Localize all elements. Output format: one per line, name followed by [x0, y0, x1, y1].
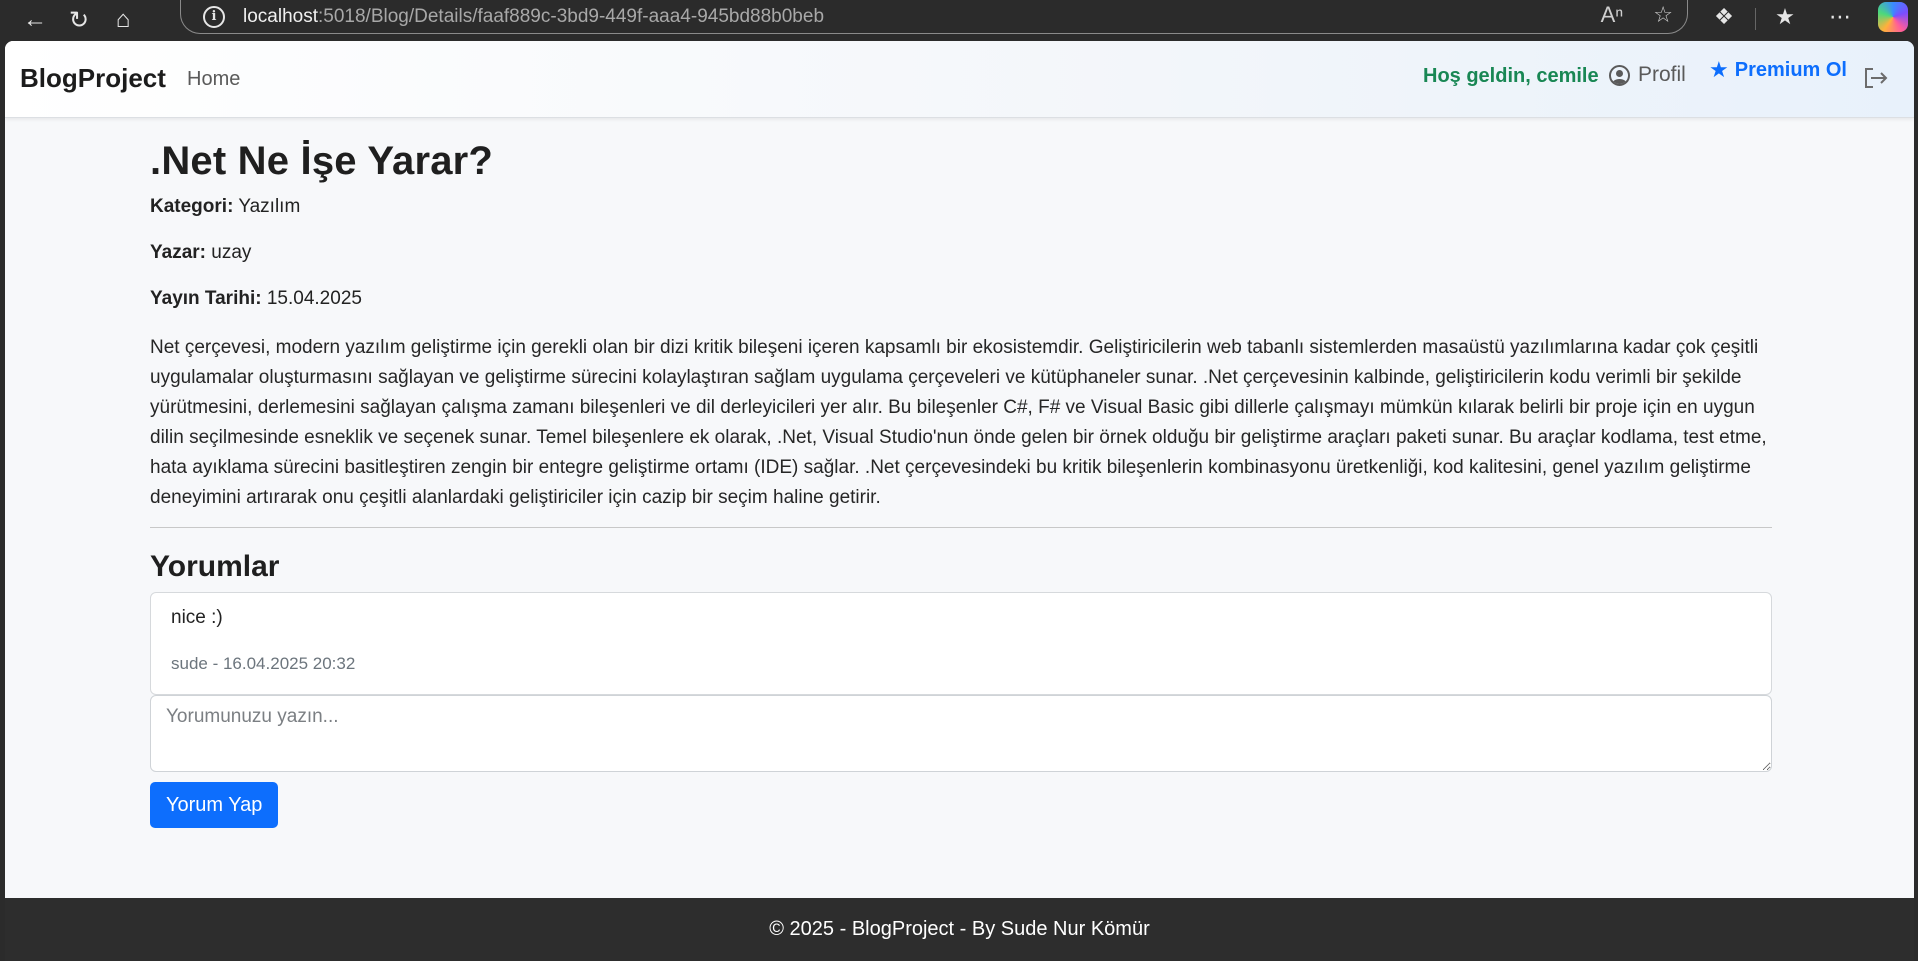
footer-text: © 2025 - BlogProject - By Sude Nur Kömür	[769, 918, 1150, 940]
back-icon[interactable]: ←	[13, 5, 57, 35]
site-footer: © 2025 - BlogProject - By Sude Nur Kömür	[5, 898, 1914, 961]
divider	[150, 527, 1772, 528]
post-date: Yayın Tarihi: 15.04.2025	[150, 288, 1772, 310]
extensions-icon[interactable]: ❖	[1706, 2, 1742, 32]
star-icon: ★	[1709, 57, 1729, 82]
profile-link[interactable]: Profil	[1609, 63, 1686, 87]
browser-toolbar: ← ↻ ⌂ i localhost:5018/Blog/Details/faaf…	[0, 0, 1918, 40]
post-author: Yazar: uzay	[150, 242, 1772, 264]
refresh-icon[interactable]: ↻	[57, 5, 101, 35]
url-text[interactable]: localhost:5018/Blog/Details/faaf889c-3bd…	[243, 6, 824, 28]
logout-icon[interactable]	[1863, 65, 1889, 96]
author-value: uzay	[211, 242, 252, 263]
user-circle-icon	[1609, 64, 1630, 86]
comment-input[interactable]	[150, 695, 1772, 772]
page-viewport: BlogProject Home Hoş geldin, cemile Prof…	[5, 41, 1914, 961]
comment-meta: sude - 16.04.2025 20:32	[171, 654, 356, 673]
more-icon[interactable]: ⋯	[1822, 2, 1858, 32]
comment-text: nice :)	[171, 607, 223, 628]
nav-home-link[interactable]: Home	[187, 68, 240, 91]
toolbar-divider	[1755, 8, 1756, 30]
category-value: Yazılım	[238, 196, 301, 217]
comments-heading: Yorumlar	[150, 550, 280, 583]
site-info-icon[interactable]: i	[203, 5, 225, 28]
site-navbar: BlogProject Home Hoş geldin, cemile Prof…	[5, 41, 1914, 118]
read-aloud-icon[interactable]: Aⁿ	[1601, 2, 1624, 28]
date-label: Yayın Tarihi:	[150, 288, 262, 309]
home-icon[interactable]: ⌂	[101, 5, 145, 35]
profile-label: Profil	[1638, 63, 1686, 86]
post-container: .Net Ne İşe Yarar? Kategori: Yazılım Yaz…	[150, 118, 1772, 828]
brand-logo[interactable]: BlogProject	[20, 63, 166, 94]
address-bar[interactable]: i localhost:5018/Blog/Details/faaf889c-3…	[180, 0, 1688, 34]
author-label: Yazar:	[150, 242, 206, 263]
comment-card: nice :) sude - 16.04.2025 20:32	[150, 592, 1772, 695]
welcome-text: Hoş geldin, cemile	[1423, 65, 1599, 87]
copilot-icon[interactable]	[1878, 2, 1908, 32]
post-category: Kategori: Yazılım	[150, 196, 1772, 218]
post-title: .Net Ne İşe Yarar?	[150, 139, 494, 183]
premium-link[interactable]: ★ Premium Ol	[1709, 57, 1847, 83]
post-body: Net çerçevesi, modern yazılım geliştirme…	[150, 337, 1767, 508]
category-label: Kategori:	[150, 196, 234, 217]
premium-label: Premium Ol	[1734, 58, 1847, 81]
favorites-icon[interactable]: ★	[1767, 2, 1803, 32]
favorite-star-icon[interactable]: ☆	[1653, 2, 1673, 28]
submit-comment-button[interactable]: Yorum Yap	[150, 782, 279, 828]
date-value: 15.04.2025	[266, 288, 362, 309]
